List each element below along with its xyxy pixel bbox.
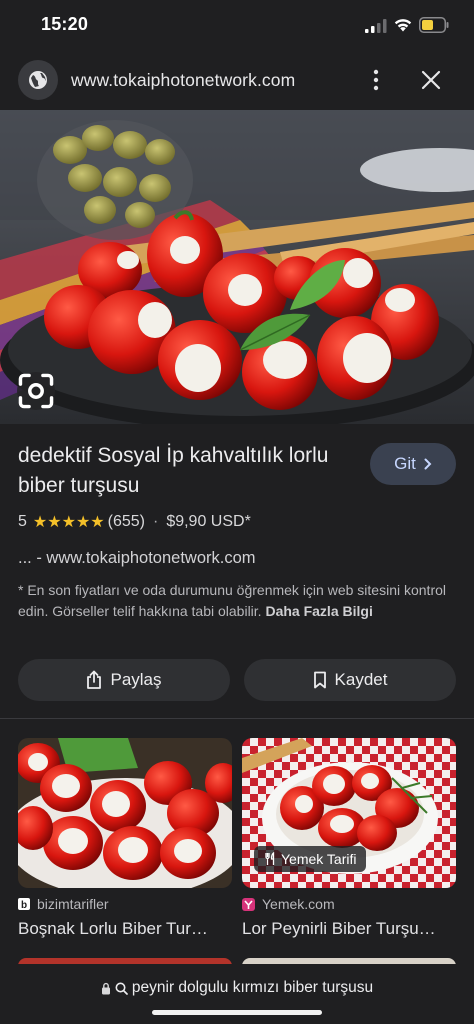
bookmark-icon — [313, 671, 326, 689]
price: $9,90 USD* — [166, 513, 251, 530]
save-button[interactable]: Kaydet — [244, 659, 456, 701]
bottom-search-bar[interactable]: peynir dolgulu kırmızı biber turşusu — [0, 964, 474, 1024]
chevron-right-icon — [424, 458, 432, 470]
home-indicator[interactable] — [152, 1010, 322, 1015]
lens-icon — [18, 373, 54, 409]
related-card[interactable]: b bizimtarifler Boşnak Lorlu Biber Tur… — [18, 738, 232, 939]
bizimtarifler-favicon-icon: b — [18, 898, 30, 910]
separator-dot: · — [152, 513, 159, 530]
wifi-icon — [394, 19, 412, 32]
share-icon — [87, 670, 102, 689]
stuffed-peppers-photo — [0, 110, 474, 424]
recipe-badge: Yemek Tarifi — [254, 846, 367, 872]
share-button[interactable]: Paylaş — [18, 659, 230, 701]
search-query-row[interactable]: peynir dolgulu kırmızı biber turşusu — [0, 979, 474, 997]
related-image[interactable]: Yemek Tarifi — [242, 738, 456, 888]
url-bar: www.tokaiphotonetwork.com — [0, 52, 474, 110]
related-source: Yemek.com — [242, 896, 456, 912]
go-button[interactable]: Git — [370, 443, 456, 485]
rating-row: 5 ★★★★★ (655) · $9,90 USD* — [18, 512, 251, 532]
status-time: 15:20 — [41, 14, 89, 34]
utensils-icon — [265, 852, 275, 865]
related-source-name: Yemek.com — [262, 896, 335, 912]
rating-value: 5 — [18, 513, 27, 530]
url-text[interactable]: www.tokaiphotonetwork.com — [71, 70, 295, 91]
go-button-label: Git — [394, 454, 416, 473]
site-info-button[interactable] — [18, 60, 58, 100]
save-label: Kaydet — [334, 670, 388, 689]
recipe-badge-label: Yemek Tarifi — [281, 851, 357, 867]
review-count: (655) — [107, 513, 145, 530]
related-title[interactable]: Lor Peynirli Biber Turşu… — [242, 919, 456, 939]
disclaimer-text: * En son fiyatları ve oda durumunu öğren… — [18, 582, 446, 619]
yemek-favicon-icon — [242, 897, 255, 911]
globe-icon — [29, 71, 47, 89]
disclaimer: * En son fiyatları ve oda durumunu öğren… — [18, 580, 456, 621]
divider — [0, 718, 474, 719]
battery-icon — [419, 17, 449, 33]
lock-icon — [101, 982, 110, 994]
related-title[interactable]: Boşnak Lorlu Biber Tur… — [18, 919, 232, 939]
related-source: b bizimtarifler — [18, 896, 232, 912]
status-bar: 15:20 — [0, 0, 474, 52]
share-label: Paylaş — [110, 670, 162, 689]
peppers-thumbnail — [18, 738, 232, 888]
related-card[interactable]: Yemek Tarifi Yemek.com Lor Peynirli Bibe… — [242, 738, 456, 939]
related-image[interactable] — [18, 738, 232, 888]
star-rating-icon: ★★★★★ — [32, 514, 105, 531]
product-title: dedektif Sosyal İp kahvaltılık lorlu bib… — [18, 444, 329, 497]
more-info-link[interactable]: Daha Fazla Bilgi — [265, 603, 372, 619]
visual-search-button[interactable] — [17, 372, 55, 410]
close-icon[interactable] — [420, 69, 442, 91]
related-source-name: bizimtarifler — [37, 896, 109, 912]
cellular-signal-icon — [365, 19, 387, 33]
search-query: peynir dolgulu kırmızı biber turşusu — [131, 979, 374, 996]
search-icon — [115, 982, 128, 995]
product-image[interactable] — [0, 110, 474, 424]
svg-text:b: b — [21, 900, 27, 910]
source-link[interactable]: ... - www.tokaiphotonetwork.com — [18, 549, 256, 568]
more-options-icon[interactable] — [366, 68, 386, 92]
